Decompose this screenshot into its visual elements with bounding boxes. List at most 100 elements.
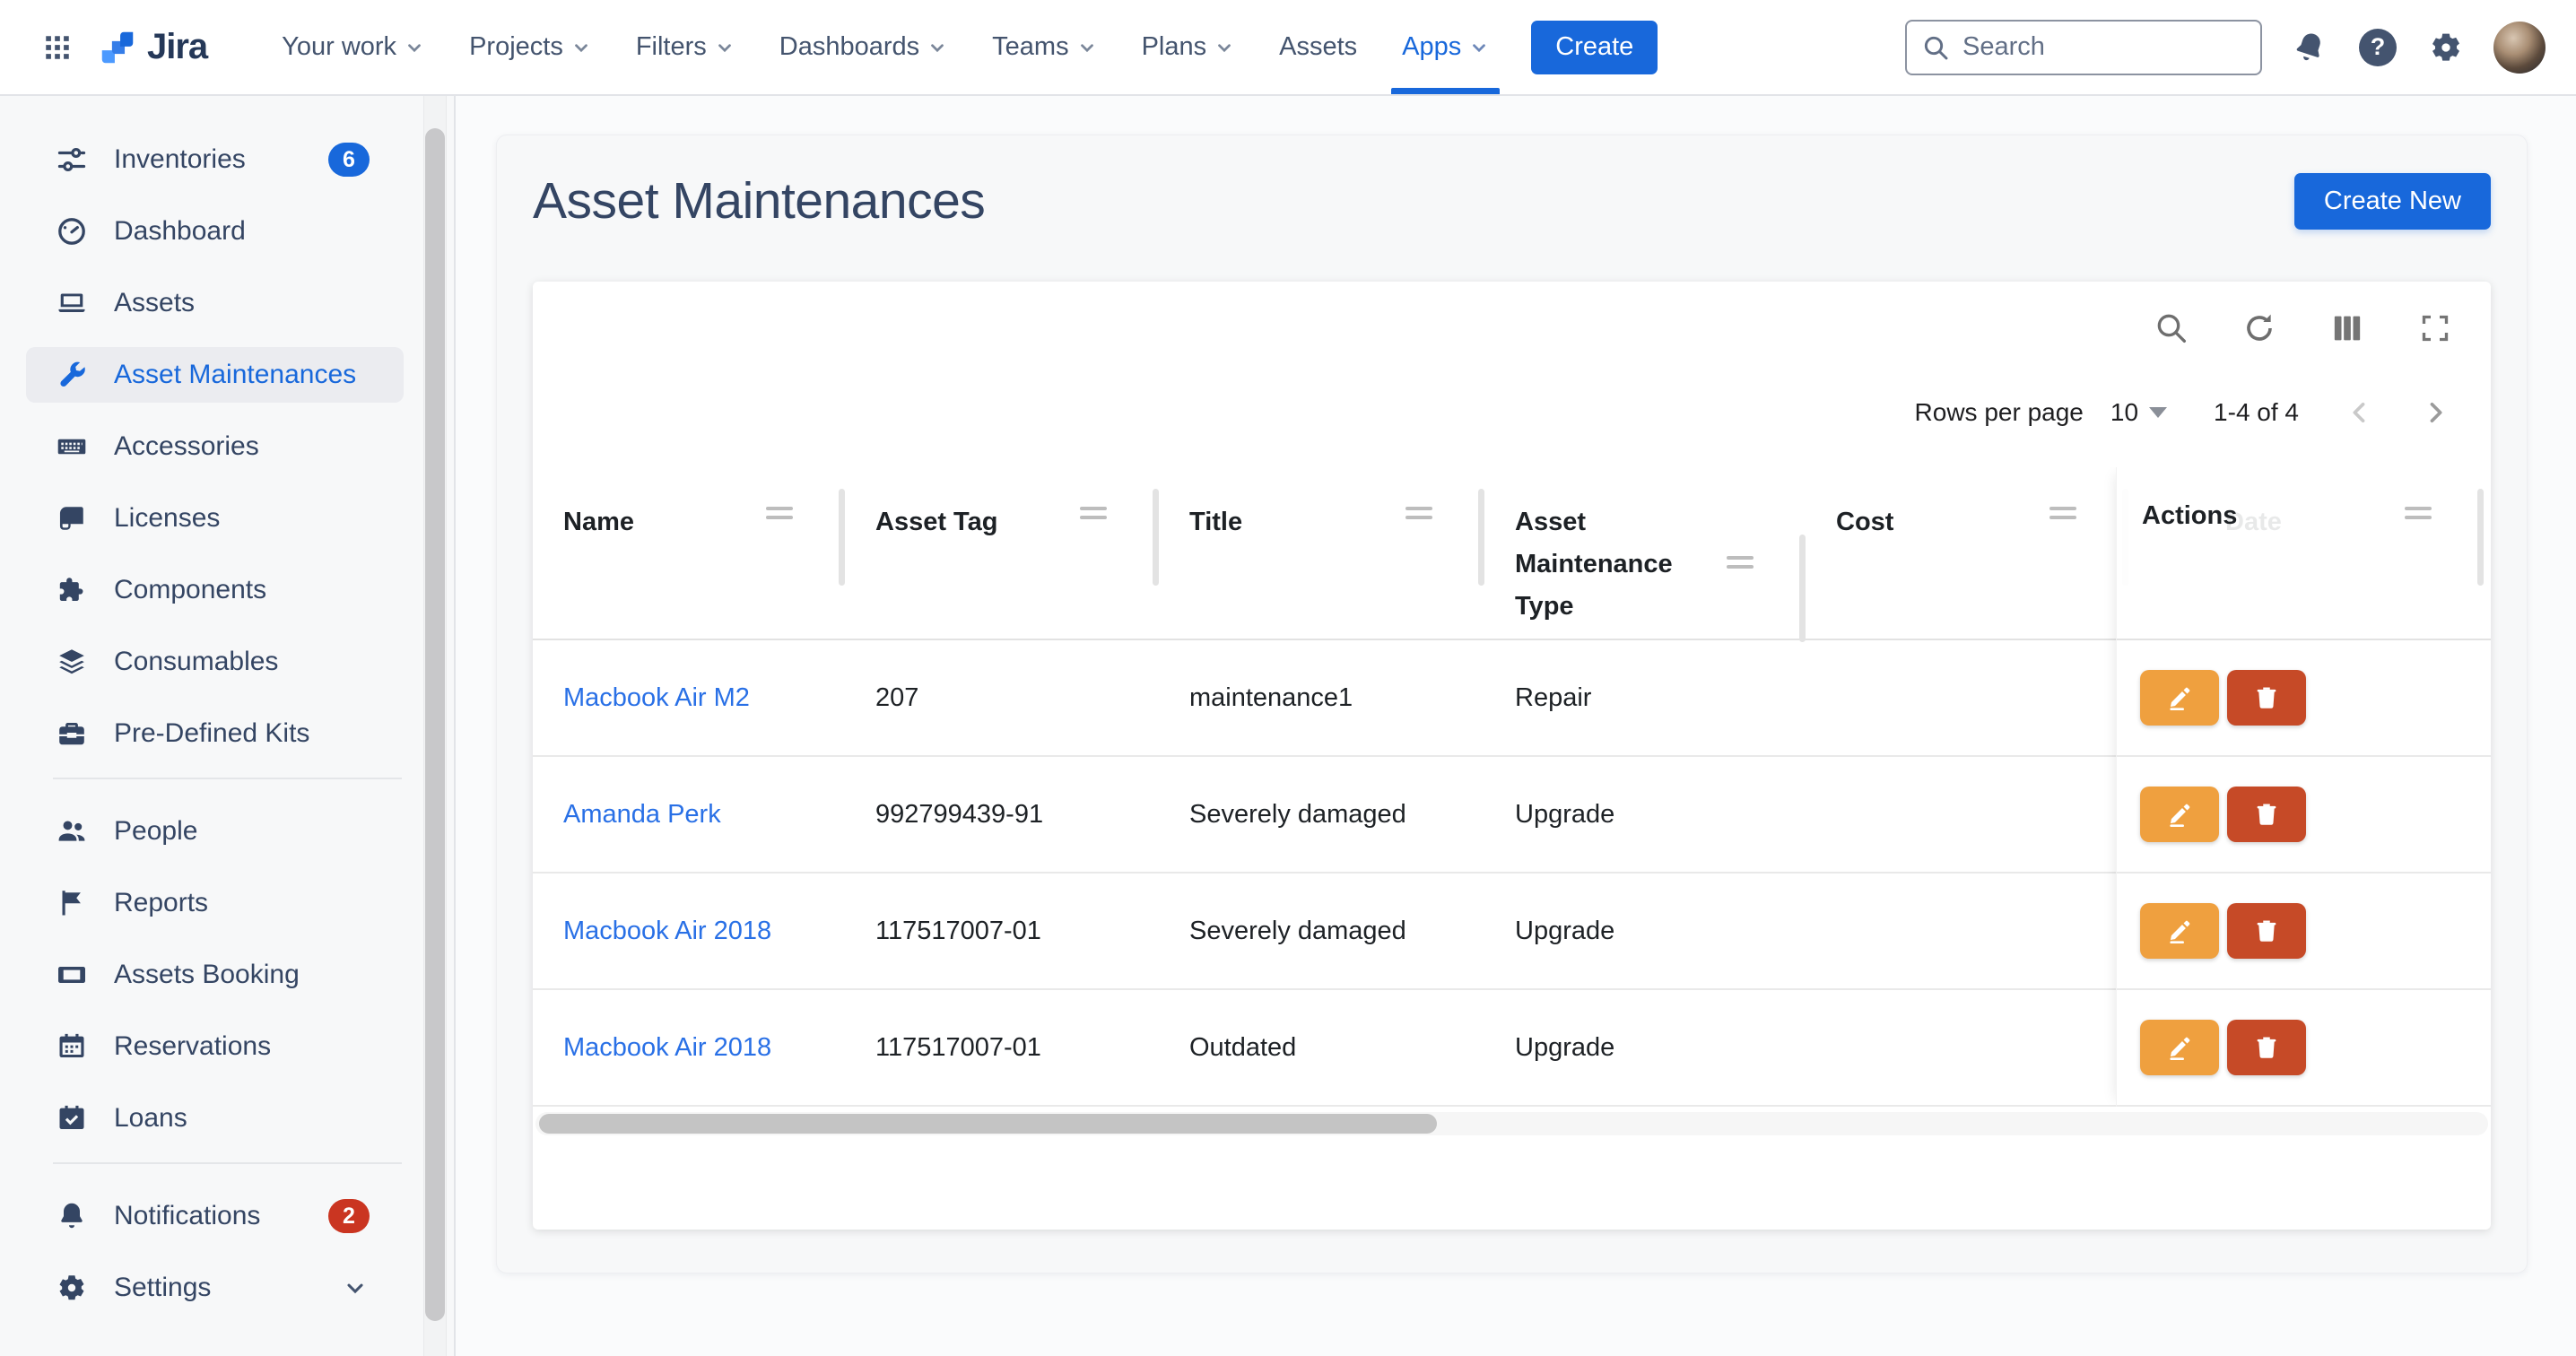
nav-item-apps[interactable]: Apps — [1379, 0, 1511, 94]
nav-item-teams[interactable]: Teams — [970, 0, 1118, 94]
chevron-down-icon — [343, 1275, 368, 1300]
page-title: Asset Maintenances — [533, 171, 985, 230]
notifications-bell-icon[interactable] — [2289, 27, 2330, 68]
column-drag-handle-icon[interactable] — [1405, 507, 1432, 523]
column-header-name[interactable]: Name — [533, 467, 845, 639]
column-header-asset-tag[interactable]: Asset Tag — [845, 467, 1159, 639]
flag-icon — [56, 887, 88, 919]
edit-button[interactable] — [2140, 670, 2219, 726]
column-separator[interactable] — [1799, 535, 1806, 642]
sidebar-item-consumables[interactable]: Consumables — [26, 634, 404, 690]
puzzle-icon — [56, 574, 88, 606]
maintenance-type-cell: Repair — [1484, 683, 1806, 713]
column-header-actions[interactable]: Actions — [2117, 467, 2491, 640]
sidebar-divider — [53, 1162, 402, 1164]
layers-icon — [56, 646, 88, 678]
next-page-icon[interactable] — [2415, 393, 2455, 432]
column-header-asset-maintenance-type[interactable]: Asset Maintenance Type — [1484, 467, 1806, 639]
asset-name-link[interactable]: Macbook Air M2 — [533, 683, 845, 713]
delete-button[interactable] — [2227, 670, 2306, 726]
rows-per-page-label: Rows per page — [1915, 398, 2084, 427]
jira-mark-icon — [97, 27, 138, 68]
sidebar-scrollbar-thumb[interactable] — [425, 128, 445, 1321]
sidebar-item-assets[interactable]: Assets — [26, 275, 404, 331]
previous-page-icon[interactable] — [2340, 393, 2380, 432]
nav-item-your-work[interactable]: Your work — [259, 0, 447, 94]
help-icon[interactable]: ? — [2357, 27, 2398, 68]
sidebar-item-asset-maintenances[interactable]: Asset Maintenances — [26, 347, 404, 403]
settings-gear-icon[interactable] — [2425, 27, 2467, 68]
search-input[interactable] — [1905, 20, 2262, 75]
table-card: Rows per page 10 1-4 of 4 — [533, 282, 2491, 1230]
column-drag-handle-icon[interactable] — [1727, 556, 1754, 572]
asset-name-link[interactable]: Macbook Air 2018 — [533, 917, 845, 946]
user-avatar[interactable] — [2493, 22, 2546, 74]
horizontal-scrollbar-thumb[interactable] — [539, 1114, 1437, 1134]
column-separator[interactable] — [839, 489, 845, 586]
jira-app: Jira Your work Projects Filters Dashboar… — [0, 0, 2576, 1356]
sidebar-item-licenses[interactable]: Licenses — [26, 491, 404, 546]
question-mark-icon: ? — [2359, 29, 2397, 66]
nav-menu: Your work Projects Filters Dashboards Te… — [259, 0, 1511, 94]
create-button[interactable]: Create — [1531, 21, 1658, 74]
column-drag-handle-icon[interactable] — [1080, 507, 1107, 523]
column-drag-handle-icon[interactable] — [2049, 507, 2076, 523]
delete-button[interactable] — [2227, 787, 2306, 842]
table-search-icon[interactable] — [2152, 309, 2191, 348]
sidebar-item-label: Notifications — [114, 1201, 260, 1231]
create-new-button[interactable]: Create New — [2294, 173, 2491, 230]
refresh-icon[interactable] — [2240, 309, 2279, 348]
sidebar-item-label: Assets — [114, 288, 195, 318]
sidebar-item-settings[interactable]: Settings — [26, 1260, 404, 1316]
edit-button[interactable] — [2140, 1020, 2219, 1075]
chevron-down-icon — [571, 38, 591, 57]
sidebar-item-dashboard[interactable]: Dashboard — [26, 204, 404, 259]
column-header-title[interactable]: Title — [1159, 467, 1484, 639]
app-switcher-icon[interactable] — [38, 28, 77, 67]
column-drag-handle-icon[interactable] — [2405, 507, 2432, 523]
page-header: Asset Maintenances Create New — [497, 135, 2527, 279]
column-drag-handle-icon[interactable] — [766, 507, 793, 523]
nav-item-filters[interactable]: Filters — [614, 0, 757, 94]
columns-icon[interactable] — [2328, 309, 2367, 348]
asset-name-link[interactable]: Amanda Perk — [533, 800, 845, 830]
jira-logo[interactable]: Jira — [97, 27, 207, 68]
sidebar-item-components[interactable]: Components — [26, 562, 404, 618]
brand-text: Jira — [147, 27, 207, 67]
nav-item-assets[interactable]: Assets — [1257, 0, 1379, 94]
sidebar-item-accessories[interactable]: Accessories — [26, 419, 404, 474]
sidebar-item-reservations[interactable]: Reservations — [26, 1019, 404, 1074]
asset-maintenances-card: Asset Maintenances Create New — [496, 135, 2528, 1273]
column-separator[interactable] — [2477, 489, 2484, 586]
data-grid: Name Asset Tag Title — [533, 467, 2491, 1107]
sidebar-item-inventories[interactable]: Inventories 6 — [26, 132, 404, 187]
gear-icon — [56, 1272, 88, 1304]
horizontal-scrollbar-track[interactable] — [535, 1112, 2488, 1135]
edit-button[interactable] — [2140, 787, 2219, 842]
edit-button[interactable] — [2140, 903, 2219, 959]
toolbox-icon — [56, 717, 88, 750]
maintenance-type-cell: Upgrade — [1484, 800, 1806, 830]
fullscreen-icon[interactable] — [2415, 309, 2455, 348]
column-header-cost[interactable]: Cost — [1806, 467, 2128, 639]
nav-item-plans[interactable]: Plans — [1119, 0, 1258, 94]
calendar-icon — [56, 1030, 88, 1063]
sidebar-item-loans[interactable]: Loans — [26, 1091, 404, 1146]
title-cell: maintenance1 — [1159, 683, 1484, 713]
sidebar-item-notifications[interactable]: Notifications 2 — [26, 1188, 404, 1244]
sidebar-item-reports[interactable]: Reports — [26, 875, 404, 931]
delete-button[interactable] — [2227, 903, 2306, 959]
asset-name-link[interactable]: Macbook Air 2018 — [533, 1033, 845, 1063]
nav-item-projects[interactable]: Projects — [447, 0, 614, 94]
rows-per-page-select[interactable]: 10 — [2110, 398, 2167, 427]
top-nav: Jira Your work Projects Filters Dashboar… — [0, 0, 2576, 96]
column-separator[interactable] — [1153, 489, 1159, 586]
sidebar-item-assets-booking[interactable]: Assets Booking — [26, 947, 404, 1003]
delete-button[interactable] — [2227, 1020, 2306, 1075]
column-separator[interactable] — [1478, 489, 1484, 586]
sidebar-item-people[interactable]: People — [26, 804, 404, 859]
sidebar-item-pre-defined-kits[interactable]: Pre-Defined Kits — [26, 706, 404, 761]
row-actions — [2117, 640, 2491, 757]
asset-tag-cell: 992799439-91 — [845, 800, 1159, 830]
nav-item-dashboards[interactable]: Dashboards — [757, 0, 970, 94]
